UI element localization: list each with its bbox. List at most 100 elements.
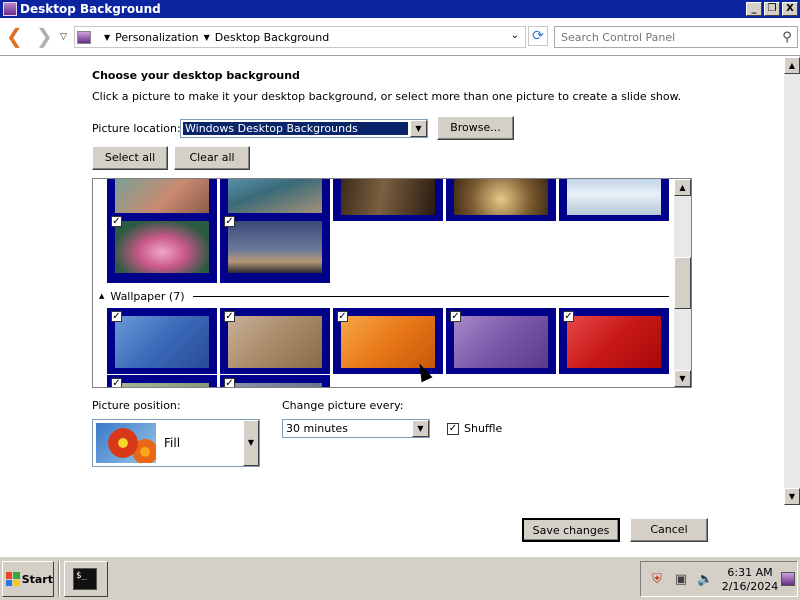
windows-logo-icon xyxy=(6,572,20,586)
page-title: Choose your desktop background xyxy=(92,69,300,82)
chevron-down-icon[interactable]: ▼ xyxy=(243,420,259,466)
light-rays-image xyxy=(567,179,661,215)
select-all-button[interactable]: Select all xyxy=(92,146,168,170)
wallpaper-thumbnail[interactable] xyxy=(333,179,443,221)
breadcrumb[interactable]: ▼ Personalization ▼ Desktop Background ⌄ xyxy=(74,26,526,48)
search-icon[interactable]: ⚲ xyxy=(777,30,797,45)
address-bar: ❮ ❯ ▽ ▼ Personalization ▼ Desktop Backgr… xyxy=(0,18,800,56)
orange-wallpaper-image xyxy=(341,316,435,368)
wallpaper-thumbnail[interactable]: ✓ xyxy=(107,213,217,283)
change-picture-value: 30 minutes xyxy=(286,422,349,435)
wallpaper-thumbnail[interactable]: ✓ xyxy=(446,308,556,374)
select-checkbox[interactable]: ✓ xyxy=(224,378,235,387)
blue-wallpaper-image xyxy=(115,316,209,368)
change-picture-select[interactable]: 30 minutes ▼ xyxy=(282,419,430,438)
picture-location-label: Picture location: xyxy=(92,122,181,135)
scroll-thumb[interactable] xyxy=(674,257,691,309)
chevron-right-icon[interactable]: ▼ xyxy=(104,33,110,42)
picture-position-value: Fill xyxy=(164,436,181,450)
search-box[interactable]: ⚲ xyxy=(554,26,798,48)
select-checkbox[interactable]: ✓ xyxy=(563,311,574,322)
control-panel-icon xyxy=(77,30,91,44)
select-checkbox[interactable]: ✓ xyxy=(450,311,461,322)
forward-arrow-icon[interactable]: ❯ xyxy=(36,26,53,46)
select-checkbox[interactable]: ✓ xyxy=(111,311,122,322)
wallpaper-thumbnail[interactable]: ✓ xyxy=(220,375,330,387)
clear-all-button[interactable]: Clear all xyxy=(174,146,250,170)
browse-button[interactable]: Browse... xyxy=(437,116,514,140)
clock[interactable]: 6:31 AM 2/16/2024 xyxy=(721,566,779,594)
select-checkbox[interactable]: ✓ xyxy=(224,216,235,227)
window-scrollbar[interactable]: ▲ ▼ xyxy=(784,57,800,505)
volume-muted-icon[interactable]: 🔈 xyxy=(697,572,713,588)
taskbar: Start $_ ⛨ ▣ 🔈 6:31 AM 2/16/2024 xyxy=(0,556,800,600)
picture-position-label: Picture position: xyxy=(92,399,181,412)
clock-date: 2/16/2024 xyxy=(721,580,779,593)
select-checkbox[interactable]: ✓ xyxy=(337,311,348,322)
start-label: Start xyxy=(21,572,53,586)
picture-gallery[interactable]: ✓ ✓ ▲ Wallpaper (7) ✓ ✓ ✓ ✓ ✓ ✓ ✓ ▲ ▼ xyxy=(92,178,692,388)
wallpaper-thumbnail[interactable]: ✓ xyxy=(220,213,330,283)
canyon-image xyxy=(228,179,322,215)
wallpaper-thumbnail[interactable] xyxy=(559,179,669,221)
back-arrow-icon[interactable]: ❮ xyxy=(6,26,23,46)
chevron-down-icon[interactable]: ▼ xyxy=(412,420,429,437)
refresh-icon[interactable]: ⟳ xyxy=(528,26,548,46)
wallpaper-group-header[interactable]: ▲ Wallpaper (7) xyxy=(99,289,669,303)
divider xyxy=(192,295,669,297)
scroll-down-icon[interactable]: ▼ xyxy=(784,488,800,505)
lotus-image xyxy=(115,221,209,273)
maximize-button[interactable]: ❐ xyxy=(764,2,780,16)
show-desktop-icon[interactable] xyxy=(781,572,795,586)
terminal-taskbar-button[interactable]: $_ xyxy=(64,561,108,597)
picture-location-select[interactable]: Windows Desktop Backgrounds ▼ xyxy=(180,119,428,138)
change-picture-label: Change picture every: xyxy=(282,399,404,412)
scroll-up-icon[interactable]: ▲ xyxy=(674,179,691,196)
shuffle-checkbox[interactable]: ✓ xyxy=(447,422,459,435)
green-wallpaper-image xyxy=(115,383,209,387)
purple-wallpaper-image xyxy=(454,316,548,368)
start-button[interactable]: Start xyxy=(2,561,54,597)
scroll-up-icon[interactable]: ▲ xyxy=(784,57,800,74)
chevron-right-icon[interactable]: ▼ xyxy=(204,33,210,42)
red-wallpaper-image xyxy=(567,316,661,368)
picture-position-select[interactable]: Fill ▼ xyxy=(92,419,260,467)
breadcrumb-desktop-background[interactable]: Desktop Background xyxy=(215,31,330,44)
breadcrumb-personalization[interactable]: Personalization xyxy=(115,31,198,44)
collapse-arrow-icon[interactable]: ▲ xyxy=(99,292,104,300)
chevron-down-icon[interactable]: ▼ xyxy=(410,120,427,137)
select-checkbox[interactable]: ✓ xyxy=(111,378,122,387)
content-area: Choose your desktop background Click a p… xyxy=(0,57,784,555)
picture-location-value: Windows Desktop Backgrounds xyxy=(183,122,408,135)
select-checkbox[interactable]: ✓ xyxy=(111,216,122,227)
cancel-button[interactable]: Cancel xyxy=(630,518,708,542)
wallpaper-thumbnail[interactable]: ✓ xyxy=(220,308,330,374)
search-input[interactable] xyxy=(555,28,777,46)
wallpaper-thumbnail[interactable] xyxy=(446,179,556,221)
gallery-scrollbar[interactable]: ▲ ▼ xyxy=(674,179,691,387)
wallpaper-thumbnail[interactable]: ✓ xyxy=(559,308,669,374)
wallpaper-thumbnail[interactable]: ✓ xyxy=(107,308,217,374)
security-shield-icon[interactable]: ⛨ xyxy=(649,572,665,588)
chevron-down-icon[interactable]: ⌄ xyxy=(511,30,519,41)
close-button[interactable]: X xyxy=(782,2,798,16)
title-bar: Desktop Background _ ❐ X xyxy=(0,0,800,18)
flower-preview-image xyxy=(96,423,156,463)
save-changes-button[interactable]: Save changes xyxy=(522,518,620,542)
shuffle-option[interactable]: ✓ Shuffle xyxy=(447,422,502,435)
gray-wallpaper-image xyxy=(228,383,322,387)
recent-pages-icon[interactable]: ▽ xyxy=(60,32,67,42)
spiral-image xyxy=(454,179,548,215)
scroll-down-icon[interactable]: ▼ xyxy=(674,370,691,387)
network-icon[interactable]: ▣ xyxy=(673,572,689,588)
minimize-button[interactable]: _ xyxy=(746,2,762,16)
rocks-image xyxy=(115,179,209,215)
shuffle-label: Shuffle xyxy=(464,422,503,435)
wallpaper-thumbnail[interactable]: ✓ xyxy=(107,375,217,387)
select-checkbox[interactable]: ✓ xyxy=(224,311,235,322)
sunset-image xyxy=(228,221,322,273)
page-description: Click a picture to make it your desktop … xyxy=(92,90,682,103)
window-title: Desktop Background xyxy=(20,2,161,16)
taskbar-divider xyxy=(58,561,60,597)
tan-wallpaper-image xyxy=(228,316,322,368)
